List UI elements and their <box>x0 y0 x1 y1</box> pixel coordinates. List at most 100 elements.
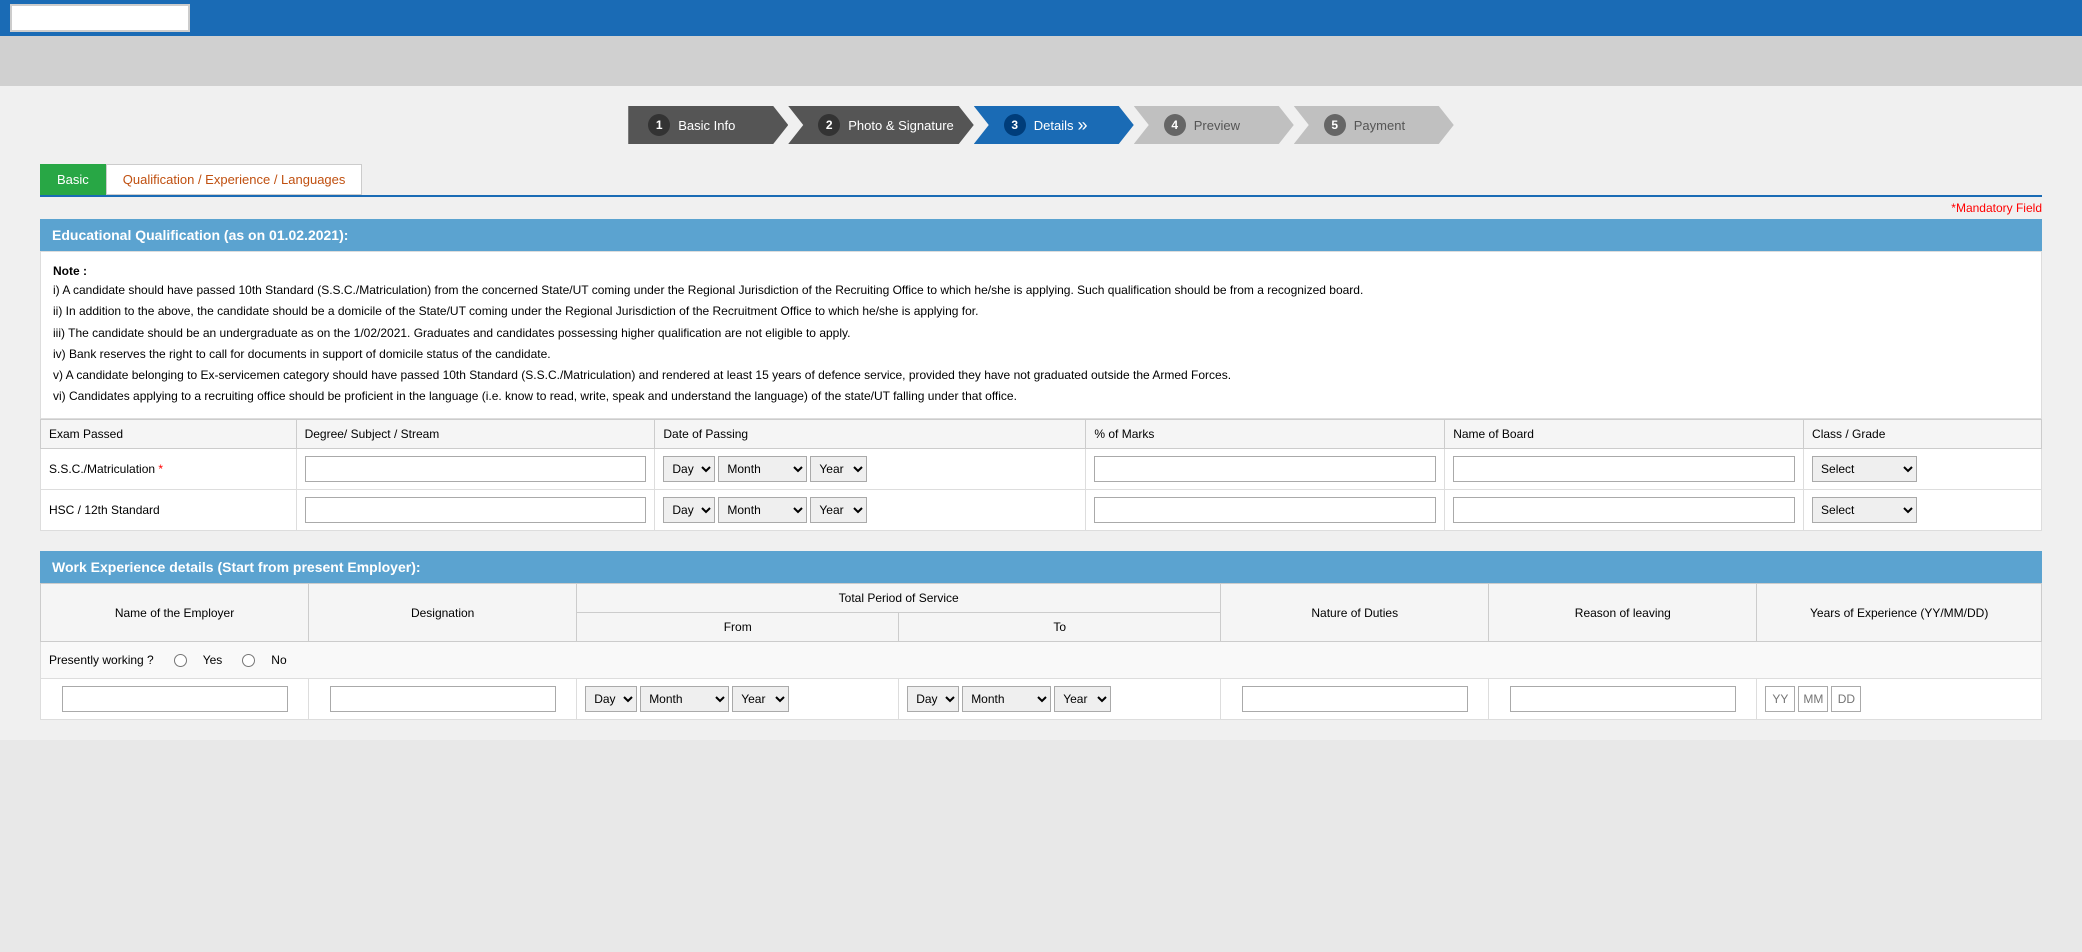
work-col-reason: Reason of leaving <box>1489 584 1757 642</box>
exam-name-0: S.S.C./Matriculation * <box>41 449 297 490</box>
qual-row-1: HSC / 12th Standard Day123456789101112131… <box>41 490 2042 531</box>
marks-cell-0 <box>1086 449 1445 490</box>
col-degree: Degree/ Subject / Stream <box>296 420 655 449</box>
wizard: 1 Basic Info 2 Photo & Signature 3 Detai… <box>40 106 2042 144</box>
work-nature-input[interactable] <box>1242 686 1468 712</box>
day-select-1[interactable]: Day1234567891011121314151617181920212223… <box>663 497 715 523</box>
work-designation-cell <box>309 679 577 720</box>
step-label-3: Details <box>1034 118 1074 133</box>
col-board: Name of Board <box>1445 420 1804 449</box>
wizard-step-1[interactable]: 1 Basic Info <box>628 106 788 144</box>
radio-no[interactable] <box>242 654 255 667</box>
month-select-0[interactable]: MonthJanuaryFebruaryMarchAprilMayJuneJul… <box>718 456 807 482</box>
presently-working-row: Presently working ? Yes No <box>41 642 2042 679</box>
sub-header <box>0 36 2082 86</box>
degree-cell-1 <box>296 490 655 531</box>
work-from-cell: Day1234567891011121314151617181920212223… <box>577 679 899 720</box>
work-col-designation: Designation <box>309 584 577 642</box>
work-experience-section: Work Experience details (Start from pres… <box>40 551 2042 720</box>
grade-select-0[interactable]: SelectFirst ClassSecond ClassPass ClassD… <box>1812 456 1917 482</box>
wizard-step-5[interactable]: 5 Payment <box>1294 106 1454 144</box>
work-col-to: To <box>899 613 1221 642</box>
tab-qualification[interactable]: Qualification / Experience / Languages <box>106 164 363 195</box>
note-section: Note : i) A candidate should have passed… <box>40 251 2042 419</box>
work-experience-table: Name of the Employer Designation Total P… <box>40 583 2042 720</box>
work-from-month-select[interactable]: MonthJanuaryFebruaryMarchAprilMayJuneJul… <box>640 686 729 712</box>
year-select-1[interactable]: Year202120202019201820172016201520142013… <box>810 497 867 523</box>
qual-row-0: S.S.C./Matriculation * Day123456789101112… <box>41 449 2042 490</box>
board-cell-0 <box>1445 449 1804 490</box>
board-input-0[interactable] <box>1453 456 1795 482</box>
step-num-5: 5 <box>1324 114 1346 136</box>
work-col-from: From <box>577 613 899 642</box>
wizard-step-2[interactable]: 2 Photo & Signature <box>788 106 974 144</box>
work-to-month-select[interactable]: MonthJanuaryFebruaryMarchAprilMayJuneJul… <box>962 686 1051 712</box>
radio-no-label[interactable]: No <box>242 653 286 667</box>
work-from-day-select[interactable]: Day1234567891011121314151617181920212223… <box>585 686 637 712</box>
educational-section-header: Educational Qualification (as on 01.02.2… <box>40 219 2042 251</box>
grade-cell-0: SelectFirst ClassSecond ClassPass ClassD… <box>1804 449 2042 490</box>
wizard-step-3[interactable]: 3 Details » <box>974 106 1134 144</box>
wizard-step-4[interactable]: 4 Preview <box>1134 106 1294 144</box>
tab-basic[interactable]: Basic <box>40 164 106 195</box>
radio-yes[interactable] <box>174 654 187 667</box>
degree-input-0[interactable] <box>305 456 647 482</box>
month-select-1[interactable]: MonthJanuaryFebruaryMarchAprilMayJuneJul… <box>718 497 807 523</box>
bank-logo <box>10 4 190 32</box>
step-label-5: Payment <box>1354 118 1405 133</box>
grade-select-1[interactable]: SelectFirst ClassSecond ClassPass ClassD… <box>1812 497 1917 523</box>
work-employer-input[interactable] <box>62 686 288 712</box>
educational-section: Educational Qualification (as on 01.02.2… <box>40 219 2042 531</box>
step-label-2: Photo & Signature <box>848 118 954 133</box>
marks-input-1[interactable] <box>1094 497 1436 523</box>
work-years-yy-input[interactable] <box>1765 686 1795 712</box>
step-num-1: 1 <box>648 114 670 136</box>
work-to-year-select[interactable]: Year202120202019201820172016201520142013… <box>1054 686 1111 712</box>
work-to-cell: Day1234567891011121314151617181920212223… <box>899 679 1221 720</box>
col-marks: % of Marks <box>1086 420 1445 449</box>
step-label-1: Basic Info <box>678 118 735 133</box>
work-years-dd-input[interactable] <box>1831 686 1861 712</box>
presently-working-label: Presently working ? <box>49 653 154 667</box>
step-num-4: 4 <box>1164 114 1186 136</box>
date-cell-0: Day1234567891011121314151617181920212223… <box>655 449 1086 490</box>
work-col-years-exp: Years of Experience (YY/MM/DD) <box>1757 584 2042 642</box>
col-grade: Class / Grade <box>1804 420 2042 449</box>
work-data-row: Day1234567891011121314151617181920212223… <box>41 679 2042 720</box>
radio-yes-label[interactable]: Yes <box>174 653 223 667</box>
mandatory-note: *Mandatory Field <box>40 197 2042 219</box>
work-col-total-period: Total Period of Service <box>577 584 1221 613</box>
step-arrows: » <box>1078 115 1088 136</box>
date-cell-1: Day1234567891011121314151617181920212223… <box>655 490 1086 531</box>
work-years-mm-input[interactable] <box>1798 686 1828 712</box>
top-header <box>0 0 2082 36</box>
work-col-employer: Name of the Employer <box>41 584 309 642</box>
marks-cell-1 <box>1086 490 1445 531</box>
qualification-table: Exam Passed Degree/ Subject / Stream Dat… <box>40 419 2042 531</box>
work-to-day-select[interactable]: Day1234567891011121314151617181920212223… <box>907 686 959 712</box>
work-reason-cell <box>1489 679 1757 720</box>
step-num-3: 3 <box>1004 114 1026 136</box>
grade-cell-1: SelectFirst ClassSecond ClassPass ClassD… <box>1804 490 2042 531</box>
work-employer-cell <box>41 679 309 720</box>
year-select-0[interactable]: Year202120202019201820172016201520142013… <box>810 456 867 482</box>
day-select-0[interactable]: Day1234567891011121314151617181920212223… <box>663 456 715 482</box>
work-reason-input[interactable] <box>1510 686 1736 712</box>
step-num-2: 2 <box>818 114 840 136</box>
work-from-year-select[interactable]: Year202120202019201820172016201520142013… <box>732 686 789 712</box>
work-designation-input[interactable] <box>330 686 556 712</box>
work-nature-cell <box>1221 679 1489 720</box>
step-label-4: Preview <box>1194 118 1240 133</box>
main-content: 1 Basic Info 2 Photo & Signature 3 Detai… <box>0 86 2082 740</box>
board-input-1[interactable] <box>1453 497 1795 523</box>
exam-name-1: HSC / 12th Standard <box>41 490 297 531</box>
tab-bar: Basic Qualification / Experience / Langu… <box>40 164 2042 197</box>
degree-cell-0 <box>296 449 655 490</box>
marks-input-0[interactable] <box>1094 456 1436 482</box>
work-years-exp-cell <box>1757 679 2042 720</box>
degree-input-1[interactable] <box>305 497 647 523</box>
col-exam-passed: Exam Passed <box>41 420 297 449</box>
col-date-passing: Date of Passing <box>655 420 1086 449</box>
work-section-header: Work Experience details (Start from pres… <box>40 551 2042 583</box>
board-cell-1 <box>1445 490 1804 531</box>
